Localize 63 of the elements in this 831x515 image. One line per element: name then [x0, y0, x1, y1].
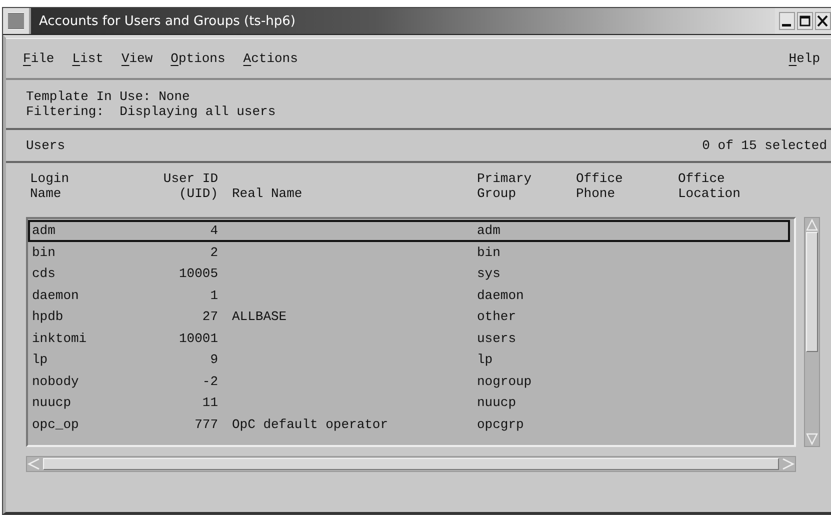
- column-header: Office Location: [677, 171, 742, 201]
- menu-item[interactable]: File: [18, 48, 60, 68]
- table-cell-text: daemon: [31, 288, 80, 303]
- table-cell-text: bin: [31, 244, 56, 260]
- table-cell-text: 2: [209, 244, 219, 260]
- table-row[interactable]: nobody -2 nogroup: [28, 370, 790, 392]
- maximize-icon[interactable]: [797, 12, 813, 30]
- table-cell-text: lp: [476, 352, 494, 368]
- table-cell-text: 1: [209, 288, 219, 303]
- list-title: Users: [26, 138, 66, 153]
- table-cell-text: bin: [476, 244, 502, 260]
- table-row[interactable]: cds 10005 sys: [28, 263, 790, 284]
- table-cell-text: adm: [31, 223, 56, 238]
- table-row[interactable]: daemon 1 daemon: [28, 284, 790, 306]
- table-cell-text: opcgrp: [476, 416, 525, 432]
- table-cell-text: hpdb: [31, 309, 64, 324]
- table-row[interactable]: nuucp 11 nuucp: [28, 392, 790, 414]
- menu-item[interactable]: Options: [166, 48, 230, 68]
- table-cell-text: lp: [31, 352, 49, 368]
- menu-item[interactable]: View: [116, 48, 158, 68]
- table-cell-text: 10001: [178, 330, 219, 346]
- table-cell-text: adm: [476, 223, 502, 238]
- info-text: Template In Use: None: [26, 89, 191, 104]
- column-header: Primary Group: [476, 171, 533, 201]
- table-cell-text: nobody: [31, 374, 80, 389]
- table-cell-text: OpC default operator: [231, 416, 390, 432]
- table-cell-text: nuucp: [476, 395, 518, 410]
- column-header: Real Name: [231, 185, 304, 201]
- table-cell-text: nogroup: [476, 374, 533, 389]
- table-cell-text: 777: [194, 416, 219, 432]
- selection-count: 0 of 15 selected: [702, 138, 827, 153]
- table-row[interactable]: adm 4 adm: [28, 220, 790, 242]
- table-cell-text: 9: [209, 352, 219, 368]
- table-cell-text: opc_op: [31, 416, 80, 432]
- table-cell-text: 4: [209, 223, 219, 238]
- table-cell-text: daemon: [476, 288, 525, 303]
- window-menu-icon[interactable]: [7, 12, 25, 30]
- menu-item[interactable]: List: [67, 48, 108, 68]
- table-row[interactable]: hpdb 27 ALLBASE other: [28, 306, 790, 328]
- table-cell-text: sys: [476, 266, 502, 282]
- info-text: Filtering: Displaying all users: [26, 104, 277, 119]
- table-row[interactable]: inktomi 10001 users: [28, 328, 790, 349]
- table-cell-text: 27: [201, 309, 219, 324]
- table-row[interactable]: opc_op 777 OpC default operator opcgrp: [28, 414, 790, 435]
- table-cell-text: 11: [201, 395, 219, 410]
- table-cell-text: nuucp: [31, 395, 72, 410]
- menu-item[interactable]: Help: [784, 48, 825, 68]
- table-row[interactable]: bin 2 bin: [28, 242, 790, 263]
- table-cell-text: inktomi: [31, 330, 88, 346]
- table-cell-text: other: [476, 309, 518, 324]
- column-header: User ID (UID): [162, 171, 219, 201]
- window-title: Accounts for Users and Groups (ts-hp6): [39, 14, 296, 28]
- column-header: Login Name: [29, 171, 70, 201]
- table-cell-text: cds: [31, 266, 56, 282]
- table-row[interactable]: lp 9 lp: [28, 349, 790, 370]
- table-cell-text: 10005: [178, 266, 219, 282]
- table-cell-text: -2: [201, 374, 219, 389]
- table-cell-text: ALLBASE: [231, 309, 288, 324]
- minimize-icon[interactable]: [779, 12, 795, 30]
- table-cell-text: users: [476, 330, 518, 346]
- close-icon[interactable]: [815, 12, 831, 30]
- column-header: Office Phone: [575, 171, 624, 201]
- menu-item[interactable]: Actions: [238, 48, 303, 68]
